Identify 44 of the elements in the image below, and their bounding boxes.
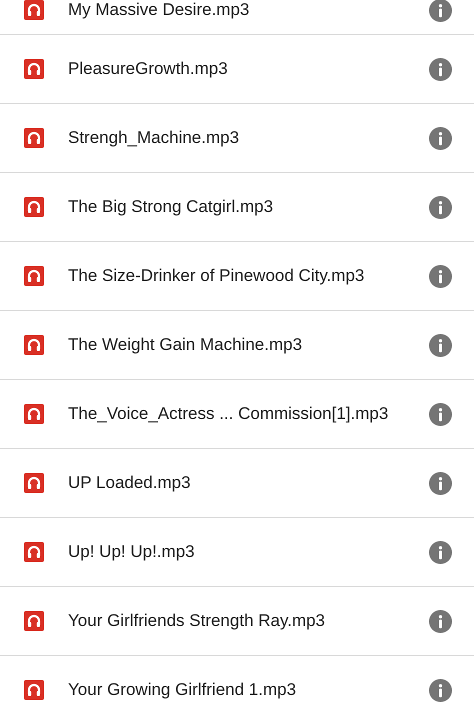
file-name: Your Girlfriends Strength Ray.mp3 <box>68 610 326 632</box>
file-row[interactable]: My Massive Desire.mp3 <box>0 0 474 35</box>
file-name: UP Loaded.mp3 <box>68 472 192 494</box>
file-name: The_Voice_Actress ... Commission[1].mp3 <box>68 403 390 426</box>
file-row[interactable]: The Size-Drinker of Pinewood City.mp3 <box>0 242 474 311</box>
audio-file-icon <box>24 0 44 20</box>
audio-file-icon <box>24 404 44 424</box>
file-row[interactable]: Up! Up! Up!.mp3 <box>0 518 474 587</box>
audio-file-icon <box>24 197 44 217</box>
file-name: Strengh_Machine.mp3 <box>68 127 240 150</box>
file-name: Up! Up! Up!.mp3 <box>68 541 196 564</box>
file-row[interactable]: The Weight Gain Machine.mp3 <box>0 311 474 380</box>
info-icon[interactable] <box>429 678 452 702</box>
audio-file-icon <box>24 266 44 286</box>
audio-file-icon <box>24 59 44 79</box>
audio-file-icon <box>24 542 44 562</box>
file-name: Your Growing Girlfriend 1.mp3 <box>68 679 298 702</box>
audio-file-icon <box>24 611 44 631</box>
file-name: PleasureGrowth.mp3 <box>68 58 229 80</box>
info-icon[interactable] <box>429 610 452 632</box>
file-name: The Big Strong Catgirl.mp3 <box>68 196 274 218</box>
info-icon[interactable] <box>429 126 452 150</box>
file-row[interactable]: Your Girlfriends Strength Ray.mp3 <box>0 587 474 656</box>
info-icon[interactable] <box>429 402 452 426</box>
audio-file-icon <box>24 473 44 493</box>
file-row[interactable]: UP Loaded.mp3 <box>0 449 474 518</box>
audio-file-icon <box>24 680 44 700</box>
file-row[interactable]: The Big Strong Catgirl.mp3 <box>0 173 474 242</box>
file-name: My Massive Desire.mp3 <box>68 0 250 22</box>
file-row[interactable]: PleasureGrowth.mp3 <box>0 35 474 104</box>
file-row[interactable]: The_Voice_Actress ... Commission[1].mp3 <box>0 380 474 449</box>
file-name: The Weight Gain Machine.mp3 <box>68 334 304 356</box>
info-icon[interactable] <box>429 540 452 564</box>
file-row[interactable]: Strengh_Machine.mp3 <box>0 104 474 173</box>
info-icon[interactable] <box>429 334 452 356</box>
file-name: The Size-Drinker of Pinewood City.mp3 <box>68 265 366 288</box>
info-icon[interactable] <box>429 264 452 288</box>
audio-file-icon <box>24 335 44 355</box>
info-icon[interactable] <box>429 58 452 80</box>
info-icon[interactable] <box>429 196 452 218</box>
info-icon[interactable] <box>429 472 452 494</box>
audio-file-icon <box>24 128 44 148</box>
file-row[interactable]: Your Growing Girlfriend 1.mp3 <box>0 656 474 718</box>
info-icon[interactable] <box>429 0 452 22</box>
